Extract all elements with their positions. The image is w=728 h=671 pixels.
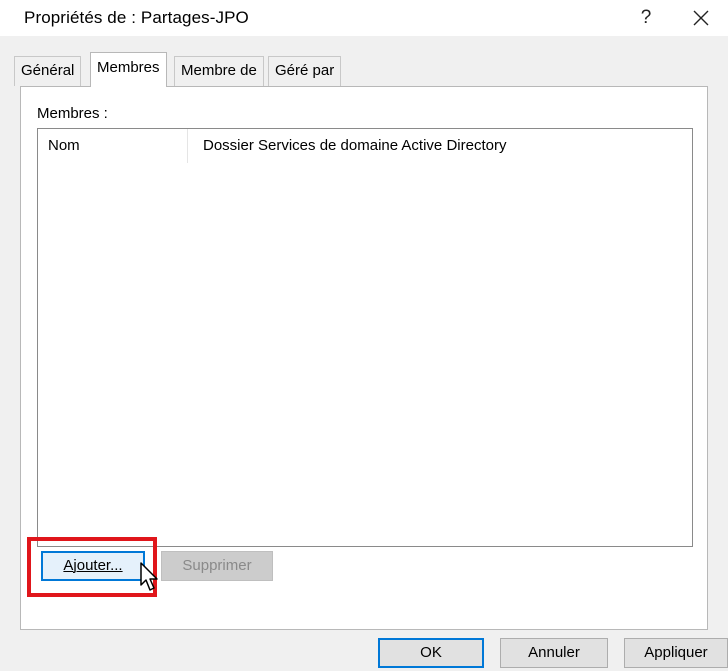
members-list[interactable]: Nom Dossier Services de domaine Active D… [37, 128, 693, 547]
tab-gere-par[interactable]: Géré par [268, 56, 342, 86]
tab-membre-de[interactable]: Membre de [174, 56, 264, 86]
column-header-folder[interactable]: Dossier Services de domaine Active Direc… [189, 129, 689, 163]
cancel-button[interactable]: Annuler [500, 638, 608, 668]
close-icon [693, 10, 709, 26]
help-button[interactable]: ? [632, 4, 660, 32]
mouse-pointer-icon [140, 562, 158, 591]
column-header-name[interactable]: Nom [38, 129, 188, 163]
members-panel: Membres : Nom Dossier Services de domain… [20, 86, 708, 630]
window-title: Propriétés de : Partages-JPO [24, 8, 249, 27]
close-button[interactable] [684, 4, 718, 32]
title-bar: Propriétés de : Partages-JPO ? [0, 0, 728, 36]
tab-general[interactable]: Général [14, 56, 82, 86]
apply-button[interactable]: Appliquer [624, 638, 728, 668]
remove-button: Supprimer [161, 551, 273, 581]
ok-button[interactable]: OK [378, 638, 484, 668]
tab-membres[interactable]: Membres [90, 52, 167, 87]
members-label: Membres : [37, 105, 108, 122]
add-button-label: Ajouter... [63, 557, 123, 574]
add-button[interactable]: Ajouter... [41, 551, 145, 581]
list-header: Nom Dossier Services de domaine Active D… [38, 129, 692, 163]
